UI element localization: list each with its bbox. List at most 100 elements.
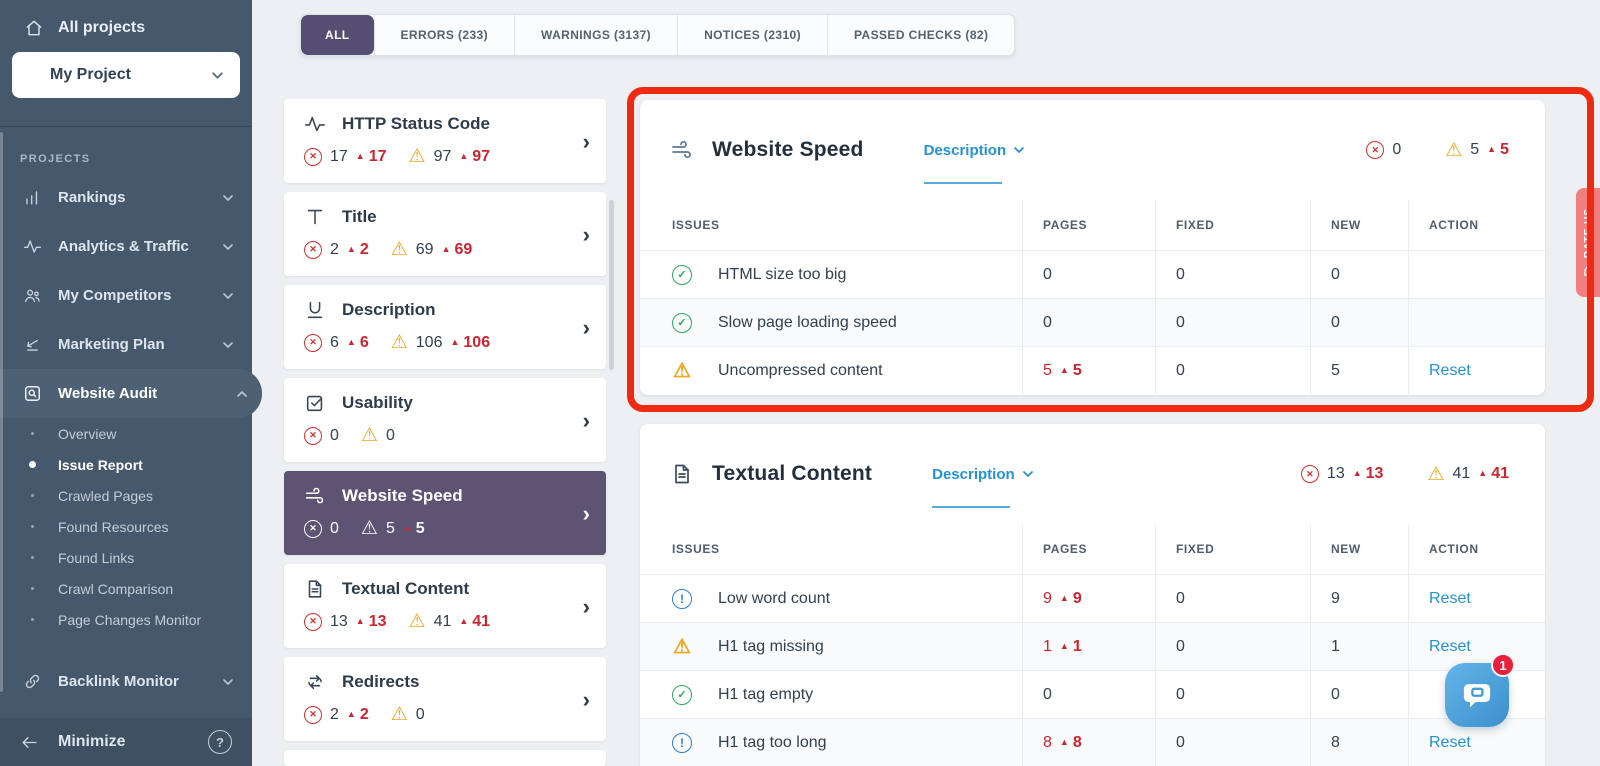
error-icon <box>304 706 322 724</box>
table-row[interactable]: Uncompressed content 55 0 5 Reset <box>640 346 1545 394</box>
sidebar-item-marketing-plan[interactable]: Marketing Plan <box>0 320 252 369</box>
reset-link[interactable]: Reset <box>1429 362 1471 380</box>
chevron-down-icon <box>1013 144 1025 156</box>
bullet-icon <box>20 618 44 621</box>
notification-badge: 1 <box>1491 653 1515 677</box>
sidebar-item-crawl-comparison[interactable]: Crawl Comparison <box>0 573 252 604</box>
error-icon <box>304 241 322 259</box>
reset-link[interactable]: Reset <box>1429 590 1471 608</box>
table-header: ISSUES PAGES FIXED NEW ACTION <box>640 524 1545 574</box>
tab-errors[interactable]: ERRORS (233) <box>374 15 515 55</box>
sidebar-item-found-resources[interactable]: Found Resources <box>0 511 252 542</box>
sidebar-item-found-links[interactable]: Found Links <box>0 542 252 573</box>
arrow-left-icon <box>20 733 44 752</box>
table-row[interactable]: H1 tag empty 0 0 0 <box>640 670 1545 718</box>
category-card-http-status-code[interactable]: HTTP Status Code 17 17 97 97 › <box>284 99 606 183</box>
chat-widget-button[interactable]: 1 <box>1445 663 1509 727</box>
bullet-icon <box>20 556 44 559</box>
chevron-right-icon: › <box>583 224 590 246</box>
sidebar-item-analytics-traffic[interactable]: Analytics & Traffic <box>0 222 252 271</box>
sidebar-item-page-changes-monitor[interactable]: Page Changes Monitor <box>0 604 252 635</box>
app-window: All projects My Project PROJECTS Ranking… <box>0 0 1600 766</box>
panel-title: Website Speed <box>712 138 864 162</box>
category-list: HTTP Status Code 17 17 97 97 › Title <box>284 99 606 766</box>
chat-bubble-icon <box>1460 678 1494 712</box>
category-card-redirects[interactable]: Redirects 2 2 0 › <box>284 657 606 741</box>
sidebar-item-crawled-pages[interactable]: Crawled Pages <box>0 480 252 511</box>
table-row[interactable]: H1 tag too long 88 0 8 Reset <box>640 718 1545 766</box>
wind-icon <box>670 138 694 162</box>
wind-icon <box>304 485 326 507</box>
sidebar-item-issue-report[interactable]: Issue Report <box>0 449 252 480</box>
description-toggle[interactable]: Description <box>932 466 1034 483</box>
status-notice-icon <box>672 589 692 609</box>
reset-link[interactable]: Reset <box>1429 638 1471 656</box>
chevron-down-icon <box>222 192 234 204</box>
sidebar-item-backlink-monitor[interactable]: Backlink Monitor <box>0 657 252 706</box>
status-warning-icon <box>672 361 692 381</box>
error-icon <box>1366 141 1384 159</box>
panel-title: Textual Content <box>712 462 872 486</box>
sidebar-footer: Minimize ? <box>0 718 252 766</box>
description-icon <box>304 299 326 321</box>
warning-icon <box>409 612 426 631</box>
warning-icon <box>391 240 408 259</box>
sidebar-item-rankings[interactable]: Rankings <box>0 173 252 222</box>
tab-warnings[interactable]: WARNINGS (3137) <box>514 15 677 55</box>
description-toggle[interactable]: Description <box>924 142 1026 159</box>
table-row[interactable]: Low word count 99 0 9 Reset <box>640 574 1545 622</box>
projects-section-label: PROJECTS <box>20 153 252 165</box>
increase-badge: 41 <box>1470 465 1509 483</box>
minimize-button[interactable]: Minimize <box>58 733 126 751</box>
project-selector[interactable]: My Project <box>12 52 240 98</box>
all-projects-label: All projects <box>58 19 145 37</box>
thumbs-up-icon <box>1582 264 1595 277</box>
sidebar-item-website-audit[interactable]: Website Audit <box>0 369 262 418</box>
reset-link[interactable]: Reset <box>1429 734 1471 752</box>
category-card-description[interactable]: Description 6 6 106 106 › <box>284 285 606 369</box>
warning-icon <box>361 519 378 538</box>
category-list-scrollbar[interactable] <box>609 200 614 370</box>
increase-badge: 13 <box>1345 465 1384 483</box>
table-row[interactable]: HTML size too big 0 0 0 <box>640 250 1545 298</box>
chevron-down-icon <box>1022 468 1034 480</box>
bullet-icon <box>20 587 44 590</box>
rate-us-tab[interactable]: RATE US <box>1576 188 1600 297</box>
bullet-icon <box>20 494 44 497</box>
increase-badge: 9 <box>1052 590 1082 608</box>
all-projects-link[interactable]: All projects <box>0 0 252 52</box>
error-icon <box>304 613 322 631</box>
table-row[interactable]: H1 tag missing 11 0 1 Reset <box>640 622 1545 670</box>
category-card-usability[interactable]: Usability 0 0 › <box>284 378 606 462</box>
error-icon <box>304 427 322 445</box>
warning-icon <box>361 426 378 445</box>
increase-badge: 1 <box>1052 638 1082 656</box>
activity-icon <box>20 237 44 256</box>
increase-badge: 8 <box>1052 734 1082 752</box>
marketing-plan-icon <box>20 335 44 354</box>
help-icon[interactable]: ? <box>208 730 232 754</box>
category-card-textual-content[interactable]: Textual Content 13 13 41 41 › <box>284 564 606 648</box>
warning-icon <box>409 147 426 166</box>
category-card-title[interactable]: Title 2 2 69 69 › <box>284 192 606 276</box>
panel-textual-content: Textual Content Description 13 13 41 41 <box>640 424 1545 766</box>
sidebar-item-overview[interactable]: Overview <box>0 418 252 449</box>
category-card-website-speed[interactable]: Website Speed 0 5 5 › <box>284 471 606 555</box>
document-icon <box>304 578 326 600</box>
table-row[interactable]: Slow page loading speed 0 0 0 <box>640 298 1545 346</box>
next-category-card-partial[interactable] <box>284 750 606 766</box>
sidebar-item-my-competitors[interactable]: My Competitors <box>0 271 252 320</box>
panel-counters: 13 13 41 41 <box>1301 465 1509 484</box>
tab-notices[interactable]: NOTICES (2310) <box>677 15 827 55</box>
document-icon <box>670 462 694 486</box>
status-notice-icon <box>672 733 692 753</box>
error-icon <box>304 334 322 352</box>
error-icon <box>304 148 322 166</box>
issues-table: ISSUES PAGES FIXED NEW ACTION Low word c… <box>640 524 1545 766</box>
checkbox-icon <box>304 392 326 414</box>
tab-passed-checks[interactable]: PASSED CHECKS (82) <box>827 15 1014 55</box>
people-icon <box>20 286 44 305</box>
sidebar-scrollbar[interactable] <box>0 132 3 692</box>
title-icon <box>304 206 326 228</box>
tab-all[interactable]: ALL <box>301 15 374 55</box>
